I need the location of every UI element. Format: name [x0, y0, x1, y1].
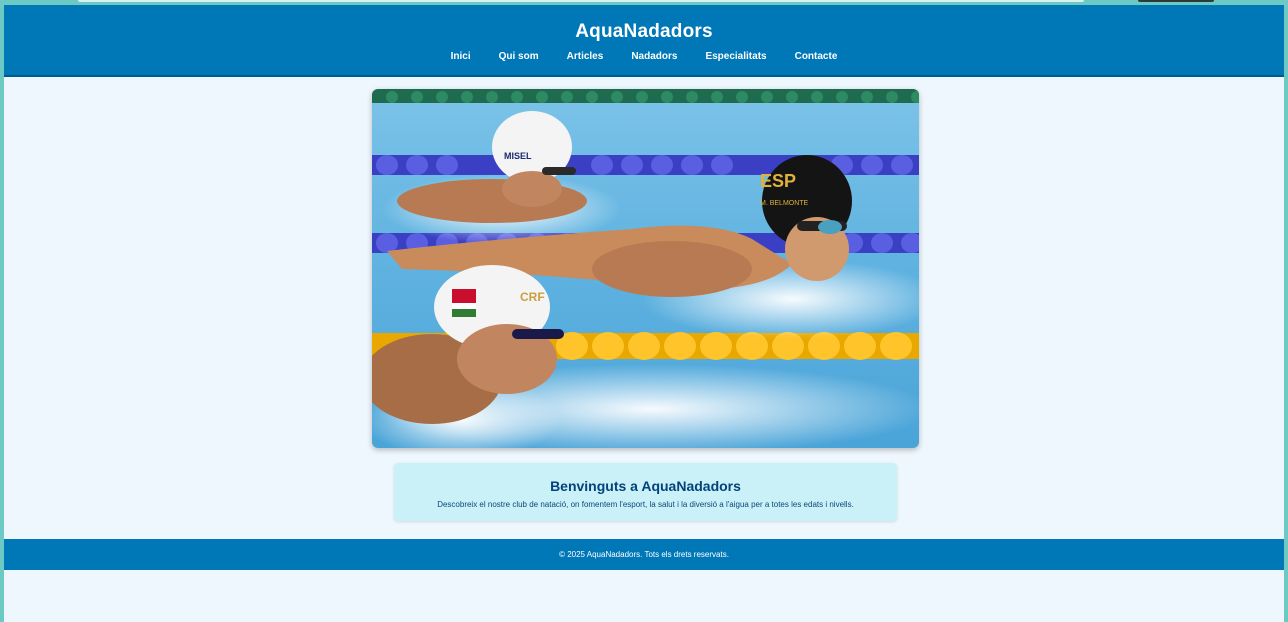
- nav-especialitats[interactable]: Especialitats: [705, 51, 766, 62]
- cap-text-belmonte: M. BELMONTE: [760, 200, 809, 207]
- browser-button[interactable]: [1138, 0, 1214, 2]
- nav-nadadors[interactable]: Nadadors: [631, 51, 677, 62]
- nav-articles[interactable]: Articles: [567, 51, 604, 62]
- site-title: AquaNadadors: [575, 21, 713, 42]
- address-bar[interactable]: [78, 0, 1084, 2]
- main-nav: Inici Qui som Articles Nadadors Especial…: [4, 51, 1284, 62]
- cap-text-esp: ESP: [760, 171, 796, 191]
- welcome-card: Benvinguts a AquaNadadors Descobreix el …: [394, 463, 897, 521]
- site-footer: © 2025 AquaNadadors. Tots els drets rese…: [4, 539, 1284, 570]
- nav-contacte[interactable]: Contacte: [795, 51, 838, 62]
- welcome-text: Descobreix el nostre club de natació, on…: [437, 500, 854, 509]
- footer-copyright: © 2025 AquaNadadors. Tots els drets rese…: [559, 550, 729, 559]
- hero-image: MISEL ESP M. BELMONTE CRF: [372, 89, 919, 448]
- page: AquaNadadors Inici Qui som Articles Nada…: [4, 5, 1284, 622]
- nav-inici[interactable]: Inici: [451, 51, 471, 62]
- site-header: AquaNadadors Inici Qui som Articles Nada…: [4, 5, 1284, 77]
- swimmers-photo: MISEL ESP M. BELMONTE CRF: [372, 89, 919, 448]
- nav-qui-som[interactable]: Qui som: [499, 51, 539, 62]
- welcome-heading: Benvinguts a AquaNadadors: [550, 478, 741, 494]
- cap-text-misel: MISEL: [504, 151, 532, 161]
- cap-text-crf: CRF: [520, 290, 545, 304]
